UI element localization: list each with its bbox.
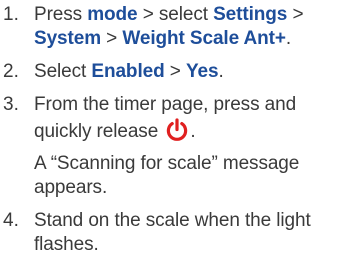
step-number: 3. bbox=[3, 94, 19, 115]
step-text: Stand on the scale when the light flashe… bbox=[34, 210, 311, 255]
step-text: From the timer page, press and quickly r… bbox=[34, 93, 336, 200]
keyword-yes: Yes bbox=[185, 61, 219, 82]
step-text: Select Enabled > Yes. bbox=[34, 60, 336, 84]
separator: > bbox=[101, 28, 123, 49]
text-select: > select bbox=[137, 4, 214, 25]
step-text: Press mode > select Settings > System > … bbox=[34, 3, 336, 51]
step-number: 2. bbox=[3, 61, 19, 82]
step-2: 2. Select Enabled > Yes. bbox=[0, 60, 336, 84]
steps-list: 1. Press mode > select Settings > System… bbox=[0, 3, 336, 257]
step-number: 1. bbox=[3, 4, 19, 25]
instruction-page: 1. Press mode > select Settings > System… bbox=[0, 0, 342, 270]
step-note: A “Scanning for scale” message appears. bbox=[34, 153, 300, 198]
period: . bbox=[190, 121, 196, 142]
text-press: Press bbox=[34, 4, 88, 25]
period: . bbox=[218, 61, 224, 82]
step-4: 4. Stand on the scale when the light fla… bbox=[0, 209, 336, 257]
step-number: 4. bbox=[3, 210, 19, 231]
keyword-weight-scale: Weight Scale Ant+ bbox=[122, 28, 286, 49]
keyword-mode: mode bbox=[87, 4, 138, 25]
step-1: 1. Press mode > select Settings > System… bbox=[0, 3, 336, 51]
keyword-settings: Settings bbox=[213, 4, 288, 25]
keyword-system: System bbox=[34, 28, 101, 49]
separator: > bbox=[164, 61, 186, 82]
power-icon bbox=[164, 117, 190, 143]
step-3: 3. From the timer page, press and quickl… bbox=[0, 93, 336, 200]
separator: > bbox=[287, 4, 304, 25]
text-select: Select bbox=[34, 61, 92, 82]
period: . bbox=[285, 28, 292, 49]
keyword-enabled: Enabled bbox=[91, 61, 165, 82]
